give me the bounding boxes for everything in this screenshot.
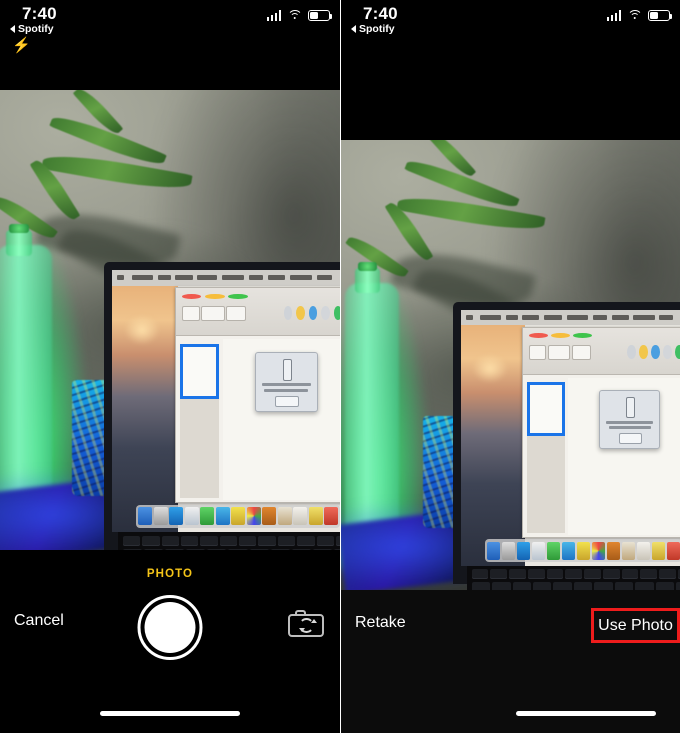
bottle-neck [6,230,32,256]
macos-dock[interactable] [484,539,680,563]
back-app-label: Spotify [18,23,54,35]
app-toolbar [176,288,340,337]
minimize-traffic-light [550,333,570,339]
capture-mode-label[interactable]: PHOTO [0,568,340,580]
mac-menu-bar [112,270,340,286]
sunset-glow [472,354,508,384]
use-photo-highlight: Use Photo [591,608,680,643]
app-toolbar [523,327,680,375]
battery-icon [648,10,673,21]
import-from-iphone-dialog[interactable] [255,352,318,413]
iphone-icon [626,397,636,419]
photo-review-screen: 7:40 Spotify Retake Use Photo [340,0,680,733]
back-to-spotify-button[interactable]: Spotify [351,23,395,35]
desktop-wallpaper [461,325,525,566]
status-time: 7:40 [363,4,398,23]
laptop-keyboard [118,532,340,550]
status-indicators [606,10,673,21]
battery-icon [308,10,333,21]
camera-controls: PHOTO Cancel [0,550,340,733]
status-bar-left: 7:40 Spotify ⚡ [0,0,340,53]
close-traffic-light [181,293,202,299]
camera-capture-screen: 7:40 Spotify ⚡ PHOTO Cancel [0,0,340,733]
back-to-spotify-button[interactable]: Spotify [10,23,54,35]
camera-flip-icon[interactable] [288,610,324,637]
minimize-traffic-light [205,293,225,299]
home-indicator [516,711,656,716]
status-bar-right: 7:40 Spotify [341,0,680,46]
back-arrow-icon [10,25,15,33]
laptop-screen [112,270,340,532]
back-app-label: Spotify [359,23,395,35]
import-from-iphone-dialog[interactable] [599,390,660,449]
selected-page-thumbnail[interactable] [526,382,565,437]
photo-review-controls: Retake Use Photo [341,590,680,733]
document-app-window [175,287,340,504]
shutter-button[interactable] [137,595,203,660]
document-app-window [522,326,680,538]
lightning-bolt-icon[interactable]: ⚡ [12,38,31,53]
cellular-signal-icon [606,10,621,21]
laptop-keyboard [467,566,680,590]
wifi-icon [627,10,642,21]
mac-menu-bar [461,310,680,326]
captured-photo-preview[interactable] [341,140,680,590]
screenshot-stage: 7:40 Spotify ⚡ PHOTO Cancel 7:40 Spotify… [0,0,680,733]
retake-button[interactable]: Retake [355,614,406,632]
cellular-signal-icon [266,10,281,21]
close-traffic-light [528,333,548,339]
selected-page-thumbnail[interactable] [180,343,220,400]
bottle-neck [355,268,380,293]
zoom-traffic-light [228,293,248,299]
camera-viewfinder[interactable] [0,90,340,550]
status-time: 7:40 [22,4,57,23]
iphone-icon [282,359,292,381]
laptop-screen [461,310,680,566]
dialog-cancel-button[interactable] [275,396,300,408]
back-arrow-icon [351,25,356,33]
status-indicators [266,10,333,21]
wifi-icon [287,10,302,21]
cancel-button[interactable]: Cancel [14,612,64,630]
use-photo-button[interactable]: Use Photo [598,617,673,635]
desktop-wallpaper [112,285,178,532]
sunset-glow [123,315,161,345]
macos-dock[interactable] [136,504,340,529]
bottle-cap [358,262,377,271]
home-indicator [100,711,240,716]
dialog-cancel-button[interactable] [619,433,643,445]
bottle-cap [9,224,29,233]
zoom-traffic-light [573,333,593,339]
